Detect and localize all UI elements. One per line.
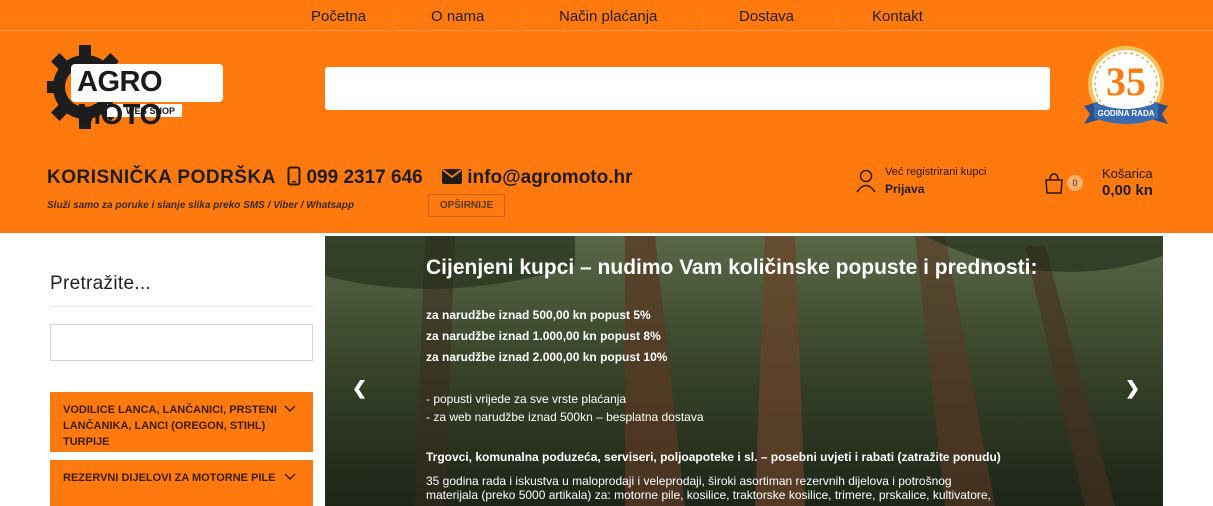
nav-divider [0,30,1213,31]
header-search-input[interactable] [325,67,1050,110]
header: Početna O nama Način plaćanja Dostava Ko… [0,0,1213,233]
nav-separator [836,12,837,28]
top-navigation: Početna O nama Način plaćanja Dostava Ko… [0,4,1213,30]
support-line: KORISNIČKA PODRŠKA 099 2317 646 info@agr… [47,166,633,189]
sidebar-search-title: Pretražite... [50,273,152,294]
sidebar-divider [50,306,313,307]
logo-subtitle: WEB SHOP [126,106,176,116]
shopping-bag-icon [1045,173,1063,194]
nav-item-contact[interactable]: Kontakt [872,8,923,25]
nav-separator [703,12,704,28]
about-line: materijala (preko 5000 artikala) za: mot… [426,488,991,502]
chevron-down-icon[interactable] [283,470,297,484]
nav-item-home[interactable]: Početna [311,8,366,25]
chevron-down-icon[interactable] [283,402,297,416]
anniversary-badge: 35 GODINA RADA [1080,44,1172,134]
login-label: Već registrirani kupci [885,166,987,178]
envelope-icon [442,169,462,184]
logo[interactable]: AGRO MOTO WEB SHOP [47,44,237,131]
discount-line: za narudžbe iznad 500,00 kn popust 5% [426,308,651,322]
about-line: 35 godina rada i iskustva u maloprodaji … [426,474,952,488]
category-chain-bars[interactable]: VODILICE LANCA, LANČANICI, PRSTENI LANČA… [50,392,313,452]
category-label: VODILICE LANCA, LANČANICI, PRSTENI LANČA… [63,404,277,448]
slide-heading: Cijenjeni kupci – nudimo Vam količinske … [426,256,1038,279]
cart-total: 0,00 kn [1102,182,1153,199]
support-email[interactable]: info@agromoto.hr [467,167,632,188]
discount-line: za narudžbe iznad 2.000,00 kn popust 10% [426,350,668,364]
nav-item-delivery[interactable]: Dostava [739,8,794,25]
benefit-line: - popusti vrijede za sve vrste plaćanja [426,392,627,406]
category-label: REZERVNI DIJELOVI ZA MOTORNE PILE [63,472,276,484]
business-offer-line: Trgovci, komunalna poduzeća, serviseri, … [426,450,1001,464]
support-label: KORISNIČKA PODRŠKA [47,167,276,188]
more-info-button[interactable]: OPŠIRNIJE [428,194,505,217]
promo-slider: ❮ ❯ Cijenjeni kupci – nudimo Vam količin… [325,236,1163,506]
login-link[interactable]: Prijava [885,182,924,196]
category-chainsaw-parts[interactable]: REZERVNI DIJELOVI ZA MOTORNE PILE [50,460,313,506]
badge-number: 35 [1106,59,1146,104]
support-note: Služi samo za poruke i slanje slika prek… [47,200,354,211]
page: Početna O nama Način plaćanja Dostava Ko… [0,0,1213,506]
email-group[interactable]: info@agromoto.hr [442,167,633,188]
phone-icon [287,166,301,186]
sidebar-search-input[interactable] [50,324,313,361]
benefit-line: - za web narudžbe iznad 500kn – besplatn… [426,410,704,424]
cart[interactable]: 0 Košarica 0,00 kn [1043,166,1183,206]
slider-next-button[interactable]: ❯ [1125,378,1140,399]
badge-text: GODINA RADA [1097,109,1155,118]
discount-line: za narudžbe iznad 1.000,00 kn popust 8% [426,329,661,343]
logo-title: AGRO MOTO [77,66,163,131]
cart-count-badge: 0 [1067,175,1083,191]
slider-prev-button[interactable]: ❮ [352,378,367,399]
nav-separator [522,12,523,28]
cart-label: Košarica [1102,166,1153,181]
nav-item-about[interactable]: O nama [431,8,484,25]
support-phone[interactable]: 099 2317 646 [306,167,422,188]
nav-separator [394,12,395,28]
user-icon [856,169,876,193]
phone-group[interactable]: 099 2317 646 [287,166,423,188]
nav-item-payment[interactable]: Način plaćanja [559,8,657,25]
